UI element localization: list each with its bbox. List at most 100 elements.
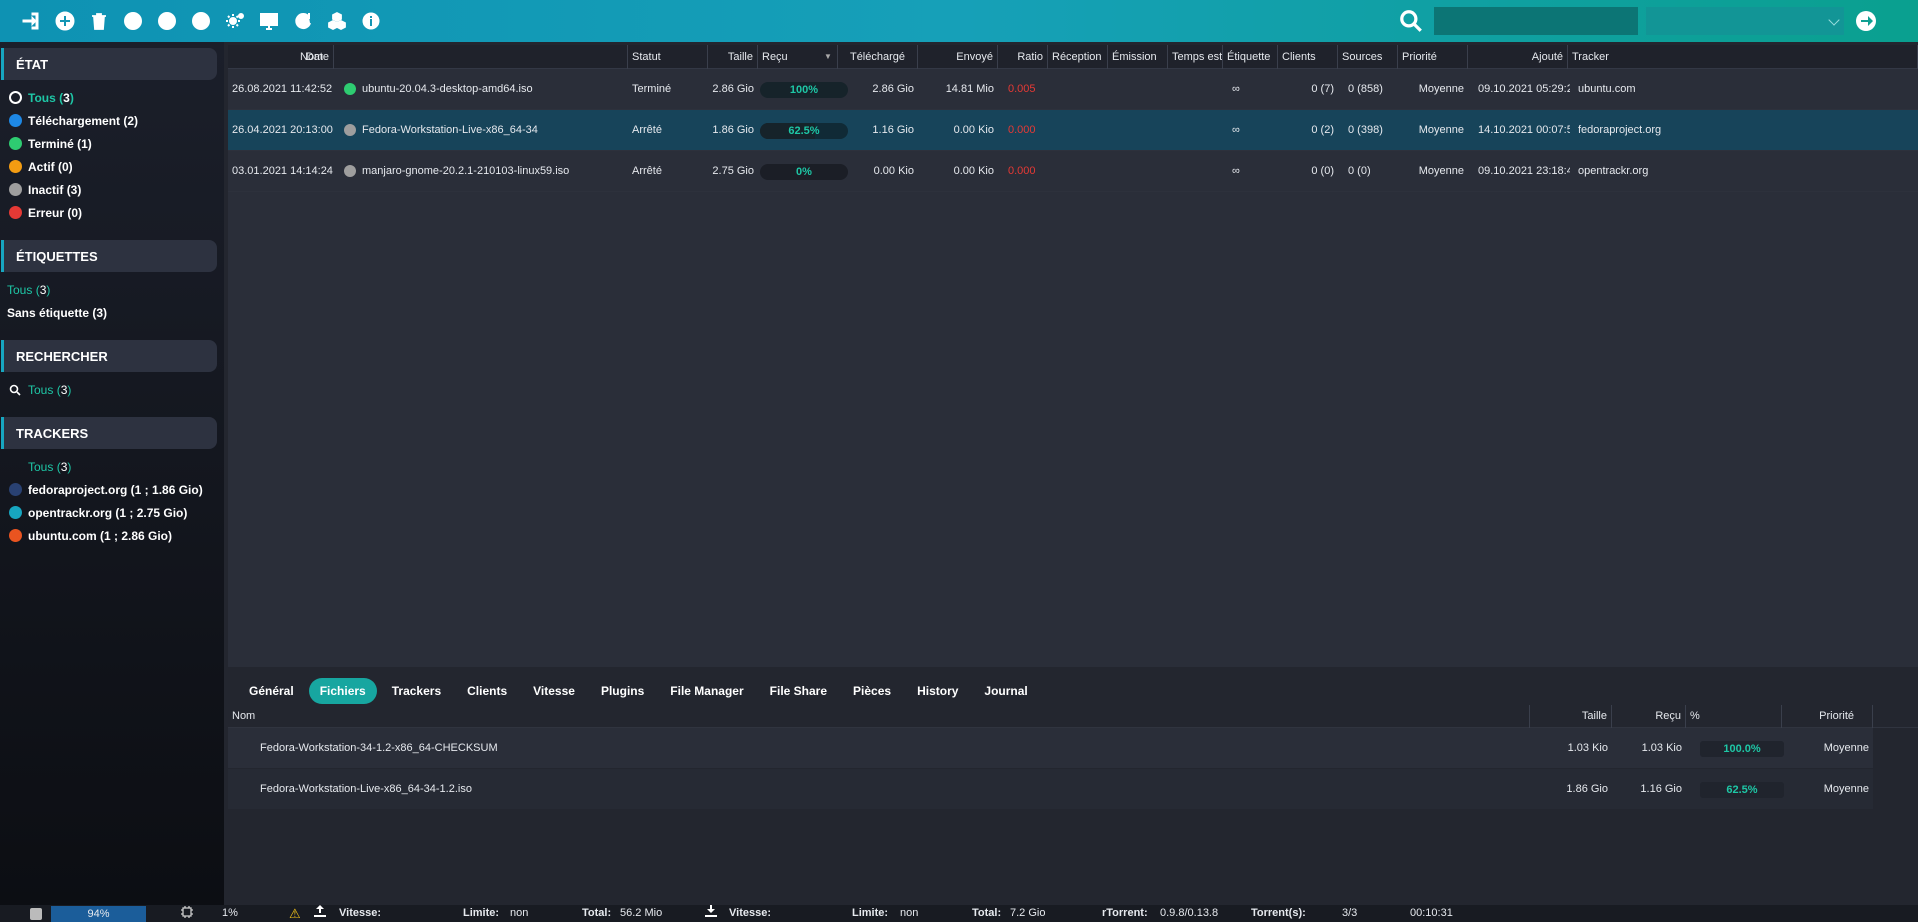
- cell-priority: Moyenne: [1418, 165, 1464, 177]
- column-header[interactable]: Sources: [1338, 45, 1398, 69]
- search-engine-select[interactable]: [1646, 7, 1844, 35]
- file-size: 1.86 Gio: [1566, 783, 1608, 795]
- file-row[interactable]: Fedora-Workstation-34-1.2-x86_64-CHECKSU…: [228, 728, 1873, 769]
- upload-limit-value[interactable]: non: [510, 905, 528, 922]
- tab-clients[interactable]: Clients: [456, 678, 518, 704]
- monitor-icon[interactable]: [252, 4, 286, 38]
- file-priority: Moyenne: [1823, 742, 1869, 754]
- login-icon[interactable]: [14, 4, 48, 38]
- search-icon[interactable]: [1398, 8, 1424, 34]
- table-body: 26.08.2021 11:42:52 ubuntu-20.04.3-deskto…: [228, 69, 1918, 192]
- files-column-header[interactable]: Priorité: [1782, 705, 1873, 728]
- column-header[interactable]: Étiquette: [1223, 45, 1278, 69]
- label-none[interactable]: Sans étiquette (3): [0, 301, 224, 324]
- settings-icon[interactable]: [218, 4, 252, 38]
- state-item[interactable]: Erreur (0): [0, 201, 224, 224]
- column-header[interactable]: Priorité: [1398, 45, 1468, 69]
- column-header[interactable]: Taille: [708, 45, 758, 69]
- tab-file-manager[interactable]: File Manager: [659, 678, 754, 704]
- cell-downloaded: 0.00 Kio: [873, 165, 914, 177]
- tracker-favicon-icon: [9, 483, 22, 496]
- tab-history[interactable]: History: [906, 678, 969, 704]
- tracker-item[interactable]: opentrackr.org (1 ; 2.75 Gio): [0, 501, 224, 524]
- column-header[interactable]: Temps esti: [1168, 45, 1223, 69]
- cell-added: 09.10.2021 05:29:20: [1478, 83, 1570, 95]
- label-all-text: Tous: [7, 282, 33, 297]
- cell-priority: Moyenne: [1418, 83, 1464, 95]
- info-icon[interactable]: [354, 4, 388, 38]
- play-icon[interactable]: [116, 4, 150, 38]
- cell-downloaded: 2.86 Gio: [872, 83, 914, 95]
- file-received: 1.16 Gio: [1640, 783, 1682, 795]
- cpu-icon: [180, 905, 194, 922]
- tab-journal[interactable]: Journal: [973, 678, 1038, 704]
- column-header[interactable]: Envoyé: [918, 45, 998, 69]
- column-header[interactable]: Clients: [1278, 45, 1338, 69]
- files-column-header[interactable]: %: [1686, 705, 1782, 728]
- tracker-favicon-icon: [9, 529, 22, 542]
- download-icon: [705, 905, 717, 922]
- section-title-search: RECHERCHER: [1, 340, 217, 372]
- files-header: Nom Taille Reçu% Priorité: [228, 705, 1918, 728]
- cell-clients: 0 (0): [1311, 165, 1334, 177]
- column-header[interactable]: Tracker: [1568, 45, 1918, 69]
- add-icon[interactable]: [48, 4, 82, 38]
- state-item[interactable]: Inactif (3): [0, 178, 224, 201]
- pause-icon[interactable]: [150, 4, 184, 38]
- files-column-header[interactable]: Taille: [1532, 705, 1612, 728]
- table-row[interactable]: 03.01.2021 14:14:24 manjaro-gnome-20.2.1-…: [228, 151, 1918, 192]
- state-item[interactable]: Tous (3): [0, 86, 224, 109]
- state-icon: [9, 114, 22, 127]
- tracker-list: Tous (3) fedoraproject.org (1 ; 1.86 Gio…: [0, 449, 224, 557]
- state-label: Inactif: [28, 182, 64, 197]
- tab-g-n-ral[interactable]: Général: [238, 678, 305, 704]
- label-all[interactable]: Tous (3): [0, 278, 224, 301]
- files-column-header[interactable]: Nom: [228, 705, 1530, 728]
- cell-eta: ∞: [1232, 165, 1240, 177]
- cell-uploaded: 0.00 Kio: [953, 124, 994, 136]
- cell-tracker: opentrackr.org: [1578, 165, 1649, 177]
- sort-desc-icon: ▼: [824, 52, 832, 61]
- column-header[interactable]: Téléchargé: [838, 45, 918, 69]
- tracker-item[interactable]: fedoraproject.org (1 ; 1.86 Gio): [0, 478, 224, 501]
- column-header[interactable]: Émission: [1108, 45, 1168, 69]
- column-header[interactable]: Nom: [296, 45, 628, 69]
- cell-priority: Moyenne: [1418, 124, 1464, 136]
- column-header[interactable]: Ajouté: [1468, 45, 1568, 69]
- column-header[interactable]: Réception: [1048, 45, 1108, 69]
- upload-speed-label: Vitesse:: [339, 907, 381, 919]
- column-header[interactable]: Ratio: [998, 45, 1048, 69]
- tracker-label: fedoraproject.org (1 ; 1.86 Gio): [28, 482, 203, 497]
- tracker-all[interactable]: Tous (3): [0, 455, 224, 478]
- state-item[interactable]: Actif (0): [0, 155, 224, 178]
- refresh-icon[interactable]: [286, 4, 320, 38]
- tab-vitesse[interactable]: Vitesse: [522, 678, 586, 704]
- tracker-item[interactable]: ubuntu.com (1 ; 2.86 Gio): [0, 524, 224, 547]
- warning-icon[interactable]: ⚠: [289, 905, 301, 922]
- tab-file-share[interactable]: File Share: [759, 678, 838, 704]
- file-row[interactable]: Fedora-Workstation-Live-x86_64-34-1.2.is…: [228, 769, 1873, 810]
- tab-plugins[interactable]: Plugins: [590, 678, 655, 704]
- tracker-all-text: Tous: [28, 459, 54, 474]
- column-header[interactable]: Statut: [628, 45, 708, 69]
- tab-pi-ces[interactable]: Pièces: [842, 678, 902, 704]
- files-column-header[interactable]: Reçu: [1612, 705, 1686, 728]
- stop-icon[interactable]: [184, 4, 218, 38]
- search-all[interactable]: Tous (3): [0, 378, 224, 401]
- tab-fichiers[interactable]: Fichiers: [308, 678, 377, 704]
- search-input[interactable]: [1434, 7, 1638, 35]
- state-item[interactable]: Téléchargement (2): [0, 109, 224, 132]
- state-count: (2): [123, 113, 139, 128]
- section-title-trackers: TRACKERS: [1, 417, 217, 449]
- trash-icon[interactable]: [82, 4, 116, 38]
- download-limit-value[interactable]: non: [900, 905, 918, 922]
- cell-tracker: ubuntu.com: [1578, 83, 1636, 95]
- table-row[interactable]: 26.04.2021 20:13:00 Fedora-Workstation-Li…: [228, 110, 1918, 151]
- tab-trackers[interactable]: Trackers: [381, 678, 452, 704]
- table-row[interactable]: 26.08.2021 11:42:52 ubuntu-20.04.3-deskto…: [228, 69, 1918, 110]
- cell-uploaded: 0.00 Kio: [953, 165, 994, 177]
- state-icon: [9, 183, 22, 196]
- state-item[interactable]: Terminé (1): [0, 132, 224, 155]
- plugins-icon[interactable]: [320, 4, 354, 38]
- go-arrow-icon[interactable]: [1854, 9, 1878, 33]
